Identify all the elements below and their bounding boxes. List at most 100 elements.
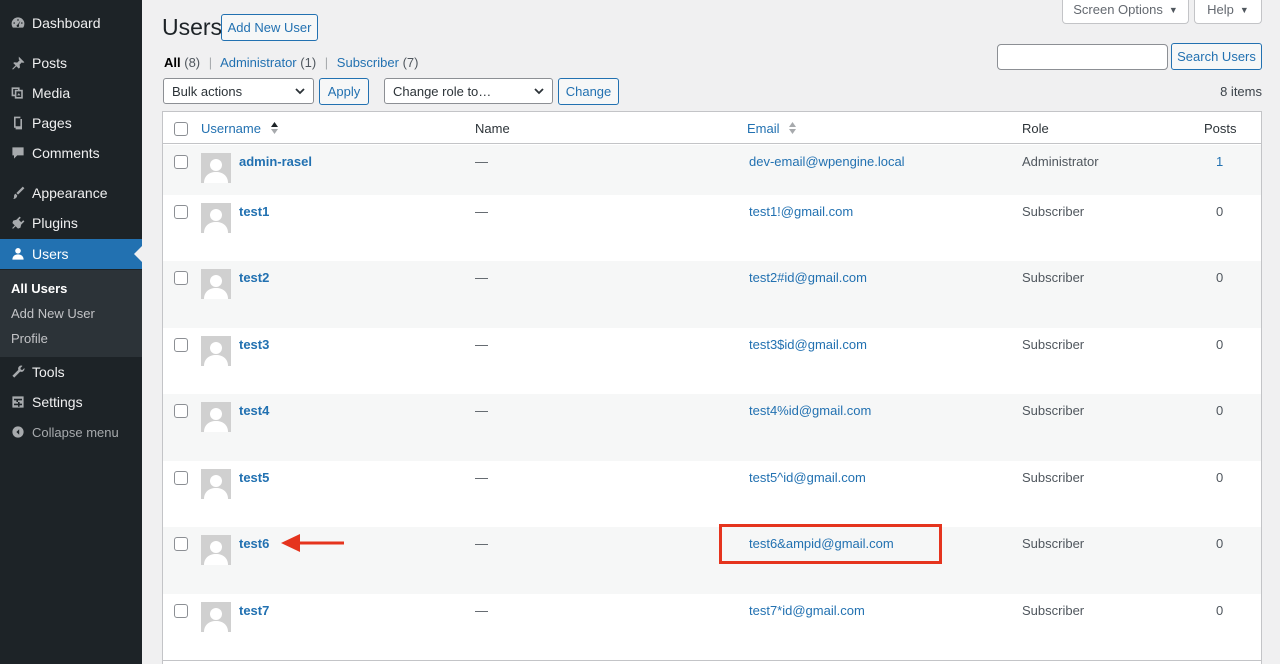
filter-administrator-count: (1) bbox=[300, 55, 317, 70]
menu-item-pages[interactable]: Pages bbox=[0, 108, 142, 138]
search-users-input[interactable] bbox=[997, 44, 1168, 70]
help-button[interactable]: Help ▼ bbox=[1194, 0, 1262, 24]
menu-label: Settings bbox=[32, 394, 83, 410]
menu-item-media[interactable]: Media bbox=[0, 78, 142, 108]
username-link[interactable]: test4 bbox=[239, 403, 269, 418]
separator: | bbox=[324, 55, 329, 70]
menu-label: Plugins bbox=[32, 215, 78, 231]
username-link[interactable]: test2 bbox=[239, 270, 269, 285]
email-link[interactable]: test4%id@gmail.com bbox=[749, 403, 871, 418]
menu-label: Comments bbox=[32, 145, 100, 161]
role-cell: Subscriber bbox=[1022, 270, 1085, 285]
change-role-select[interactable]: Change role to… bbox=[384, 78, 553, 104]
role-cell: Subscriber bbox=[1022, 603, 1085, 618]
submenu-all-users[interactable]: All Users bbox=[11, 281, 67, 296]
screen-options-button[interactable]: Screen Options ▼ bbox=[1062, 0, 1189, 24]
menu-item-tools[interactable]: Tools bbox=[0, 357, 142, 387]
menu-item-posts[interactable]: Posts bbox=[0, 48, 142, 78]
name-cell: — bbox=[475, 470, 488, 485]
avatar bbox=[201, 153, 231, 183]
posts-count-link[interactable]: 1 bbox=[1216, 154, 1223, 169]
row-checkbox[interactable] bbox=[174, 471, 188, 485]
email-link[interactable]: dev-email@wpengine.local bbox=[749, 154, 905, 169]
change-role-value: Change role to… bbox=[393, 83, 492, 99]
filter-subscriber-link[interactable]: Subscriber bbox=[337, 55, 399, 70]
row-checkbox[interactable] bbox=[174, 338, 188, 352]
email-link[interactable]: test1!@gmail.com bbox=[749, 204, 853, 219]
table-row: test7 — test7*id@gmail.com Subscriber 0 bbox=[163, 594, 1261, 660]
admin-sidebar: Dashboard Posts Media Pages Comments App… bbox=[0, 0, 142, 664]
dashboard-icon bbox=[8, 13, 28, 33]
filter-administrator-link[interactable]: Administrator bbox=[220, 55, 297, 70]
username-link[interactable]: test3 bbox=[239, 337, 269, 352]
add-new-user-button[interactable]: Add New User bbox=[221, 14, 318, 41]
chevron-down-icon bbox=[533, 85, 545, 97]
menu-item-dashboard[interactable]: Dashboard bbox=[0, 8, 142, 38]
column-email-header[interactable]: Email bbox=[747, 121, 797, 138]
submenu-profile[interactable]: Profile bbox=[11, 331, 48, 346]
row-checkbox[interactable] bbox=[174, 155, 188, 169]
bulk-actions-select[interactable]: Bulk actions bbox=[163, 78, 314, 104]
table-row: test3 — test3$id@gmail.com Subscriber 0 bbox=[163, 328, 1261, 394]
menu-item-comments[interactable]: Comments bbox=[0, 138, 142, 168]
name-cell: — bbox=[475, 154, 488, 169]
username-link[interactable]: test6 bbox=[239, 536, 269, 551]
posts-count: 0 bbox=[1216, 536, 1224, 551]
name-cell: — bbox=[475, 403, 488, 418]
search-users-button[interactable]: Search Users bbox=[1171, 43, 1262, 70]
menu-item-appearance[interactable]: Appearance bbox=[0, 178, 142, 208]
username-link[interactable]: test1 bbox=[239, 204, 269, 219]
row-checkbox[interactable] bbox=[174, 537, 188, 551]
posts-count: 0 bbox=[1216, 337, 1224, 352]
email-link[interactable]: test6&ampid@gmail.com bbox=[749, 536, 894, 551]
username-link[interactable]: test7 bbox=[239, 603, 269, 618]
screen-options-label: Screen Options bbox=[1073, 2, 1163, 17]
comment-icon bbox=[8, 143, 28, 163]
username-link[interactable]: test5 bbox=[239, 470, 269, 485]
email-link[interactable]: test5^id@gmail.com bbox=[749, 470, 866, 485]
row-checkbox[interactable] bbox=[174, 604, 188, 618]
pushpin-icon bbox=[8, 53, 28, 73]
role-cell: Subscriber bbox=[1022, 403, 1085, 418]
avatar bbox=[201, 203, 231, 233]
menu-label: Posts bbox=[32, 55, 68, 71]
select-all-checkbox[interactable] bbox=[174, 122, 188, 136]
column-username-header[interactable]: Username bbox=[201, 121, 279, 138]
page-title: Users bbox=[162, 14, 223, 40]
bulk-actions-value: Bulk actions bbox=[172, 83, 243, 99]
pages-icon bbox=[8, 113, 28, 133]
users-table: Username Name Email Role Posts admin-ras… bbox=[162, 111, 1262, 664]
name-cell: — bbox=[475, 204, 488, 219]
menu-item-users[interactable]: Users bbox=[0, 239, 142, 269]
row-checkbox[interactable] bbox=[174, 404, 188, 418]
username-link[interactable]: admin-rasel bbox=[239, 154, 312, 169]
row-checkbox[interactable] bbox=[174, 271, 188, 285]
table-row: test1 — test1!@gmail.com Subscriber 0 bbox=[163, 195, 1261, 261]
menu-item-settings[interactable]: Settings bbox=[0, 387, 142, 417]
change-button[interactable]: Change bbox=[558, 78, 619, 105]
email-link[interactable]: test3$id@gmail.com bbox=[749, 337, 867, 352]
avatar bbox=[201, 535, 231, 565]
row-checkbox[interactable] bbox=[174, 205, 188, 219]
apply-button[interactable]: Apply bbox=[319, 78, 369, 105]
avatar bbox=[201, 269, 231, 299]
column-username-label: Username bbox=[201, 121, 261, 136]
column-email-label: Email bbox=[747, 121, 780, 136]
menu-item-plugins[interactable]: Plugins bbox=[0, 208, 142, 238]
sort-ascending-icon bbox=[270, 121, 279, 138]
collapse-menu-button[interactable]: Collapse menu bbox=[0, 417, 142, 447]
email-link[interactable]: test2#id@gmail.com bbox=[749, 270, 867, 285]
email-link[interactable]: test7*id@gmail.com bbox=[749, 603, 865, 618]
submenu-add-new-user[interactable]: Add New User bbox=[11, 306, 95, 321]
name-cell: — bbox=[475, 270, 488, 285]
posts-count: 0 bbox=[1216, 403, 1224, 418]
column-posts-header: Posts bbox=[1204, 121, 1237, 136]
name-cell: — bbox=[475, 536, 488, 551]
filter-all-link[interactable]: All bbox=[164, 55, 181, 70]
role-cell: Subscriber bbox=[1022, 536, 1085, 551]
table-header: Username Name Email Role Posts bbox=[163, 112, 1261, 144]
menu-label: Dashboard bbox=[32, 15, 101, 31]
avatar bbox=[201, 402, 231, 432]
help-label: Help bbox=[1207, 2, 1234, 17]
users-submenu: All Users Add New User Profile bbox=[0, 270, 142, 357]
